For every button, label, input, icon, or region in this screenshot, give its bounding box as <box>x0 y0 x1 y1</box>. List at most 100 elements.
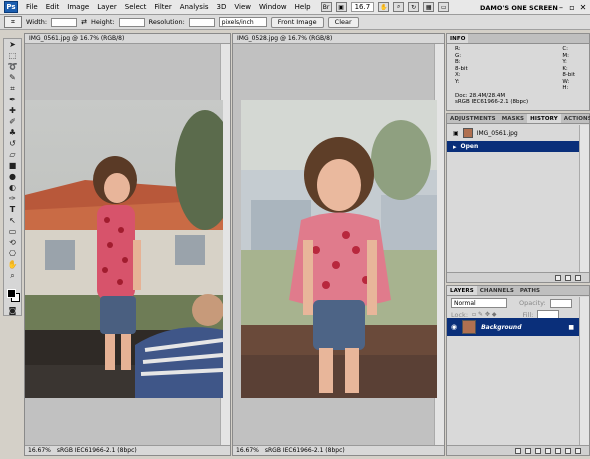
tab-layers[interactable]: LAYERS <box>447 286 477 295</box>
zoom-tool-box-icon[interactable]: ⌕ <box>4 270 21 281</box>
gradient-tool-icon[interactable]: ■ <box>4 160 21 171</box>
eyedropper-tool-icon[interactable]: ✒ <box>4 94 21 105</box>
hand-tool-icon[interactable]: ✋ <box>378 2 390 12</box>
doc-zoom-left[interactable]: 16.67% <box>28 447 51 454</box>
link-layers-icon[interactable] <box>515 447 521 454</box>
minimize-icon[interactable]: – <box>556 2 566 12</box>
snapshot-source-icon[interactable]: ▣ <box>453 130 459 137</box>
opacity-field[interactable] <box>549 298 572 308</box>
lock-icons[interactable]: ▫ ✎ ✥ ◆ <box>472 311 496 318</box>
blend-mode-select[interactable]: Normal <box>451 298 507 308</box>
workspace-switcher[interactable]: DAMO'S ONE SCREEN <box>476 2 562 13</box>
tab-history[interactable]: HISTORY <box>527 114 561 123</box>
hand-tool-box-icon[interactable]: ✋ <box>4 259 21 270</box>
new-document-from-state-icon[interactable] <box>555 274 561 281</box>
menu-help[interactable]: Help <box>291 3 315 11</box>
layers-scrollbar[interactable] <box>579 297 589 445</box>
bridge-icon[interactable]: Br <box>320 2 332 12</box>
history-scrollbar[interactable] <box>579 125 589 272</box>
width-field[interactable] <box>51 17 78 27</box>
menu-layer[interactable]: Layer <box>93 3 121 11</box>
document-window-right[interactable]: IMG_0528.jpg @ 16.7% (RGB/8) 16.67% sRGB… <box>232 33 445 456</box>
add-mask-icon[interactable] <box>535 447 541 454</box>
crop-tool-icon[interactable]: ⌗ <box>4 83 21 94</box>
swap-icon[interactable]: ⇄ <box>81 18 87 26</box>
tab-channels[interactable]: CHANNELS <box>477 286 517 295</box>
healing-tool-icon[interactable]: ✚ <box>4 105 21 116</box>
layer-lock-icon: ■ <box>568 323 574 331</box>
width-label: Width: <box>26 18 48 26</box>
tab-adjustments[interactable]: ADJUSTMENTS <box>447 114 499 123</box>
close-icon[interactable]: ✕ <box>578 2 588 12</box>
layer-visibility-eye-icon[interactable]: ◉ <box>451 323 457 331</box>
history-snapshot[interactable]: ▣ IMG_0561.jpg <box>447 126 580 140</box>
menu-edit[interactable]: Edit <box>42 3 64 11</box>
eraser-tool-icon[interactable]: ▱ <box>4 149 21 160</box>
lasso-tool-icon[interactable]: ➰ <box>4 61 21 72</box>
move-tool-icon[interactable]: ➤ <box>4 39 21 50</box>
history-brush-tool-icon[interactable]: ↺ <box>4 138 21 149</box>
rotate-view-icon[interactable]: ↻ <box>408 2 420 12</box>
opacity-label: Opacity: <box>519 299 546 307</box>
photoshop-logo: Ps <box>4 1 18 13</box>
height-label: Height: <box>90 18 115 26</box>
arrange-documents-icon[interactable]: ▦ <box>423 2 435 12</box>
restore-icon[interactable]: ▫ <box>567 2 577 12</box>
foreground-color-swatch[interactable] <box>7 289 16 298</box>
new-snapshot-icon[interactable] <box>565 274 571 281</box>
resolution-unit-select[interactable]: pixels/inch <box>218 17 267 27</box>
doc-profile-left[interactable]: sRGB IEC61966-2.1 (8bpc) <box>57 447 137 454</box>
delete-state-icon[interactable] <box>575 274 581 281</box>
crop-tool-preset-icon[interactable]: ⌗ <box>4 16 22 28</box>
screen-mode-icon[interactable]: ▭ <box>438 2 450 12</box>
tab-actions[interactable]: ACTIONS <box>561 114 590 123</box>
history-state-open[interactable]: ▸ Open <box>447 141 580 152</box>
adjustment-layer-icon[interactable] <box>545 447 551 454</box>
clone-stamp-tool-icon[interactable]: ♣ <box>4 127 21 138</box>
blur-tool-icon[interactable]: ● <box>4 171 21 182</box>
type-tool-icon[interactable]: T <box>4 204 21 215</box>
menu-3d[interactable]: 3D <box>213 3 231 11</box>
delete-layer-icon[interactable] <box>575 447 581 454</box>
info-bitdepth-right: 8-bit <box>562 72 575 78</box>
quick-mask-icon[interactable]: ◙ <box>4 305 21 316</box>
3d-rotate-tool-icon[interactable]: ⟲ <box>4 237 21 248</box>
layer-style-icon[interactable] <box>525 447 531 454</box>
tab-info[interactable]: INFO <box>447 34 469 43</box>
minibridge-icon[interactable]: ▣ <box>335 2 347 12</box>
menu-analysis[interactable]: Analysis <box>176 3 213 11</box>
pen-tool-icon[interactable]: ✑ <box>4 193 21 204</box>
menu-filter[interactable]: Filter <box>150 3 175 11</box>
zoom-level[interactable]: 16.7 <box>350 2 375 12</box>
dodge-tool-icon[interactable]: ◐ <box>4 182 21 193</box>
resolution-field[interactable] <box>188 17 215 27</box>
new-group-icon[interactable] <box>555 447 561 454</box>
brush-tool-icon[interactable]: ✐ <box>4 116 21 127</box>
quick-select-tool-icon[interactable]: ✎ <box>4 72 21 83</box>
3d-camera-tool-icon[interactable]: ⎔ <box>4 248 21 259</box>
menu-select[interactable]: Select <box>121 3 151 11</box>
zoom-tool-icon[interactable]: ⌕ <box>393 2 405 12</box>
layer-background[interactable]: ◉ Background ■ <box>447 318 580 336</box>
clear-button[interactable]: Clear <box>327 16 359 28</box>
tab-masks[interactable]: MASKS <box>499 114 527 123</box>
front-image-button[interactable]: Front Image <box>270 16 324 28</box>
info-panel: INFO R: G: B: 8-bit X: Y: C: M: Y: K: 8-… <box>446 33 590 111</box>
doc-tab-right[interactable]: IMG_0528.jpg @ 16.7% (RGB/8) <box>233 34 444 44</box>
marquee-tool-icon[interactable]: ⬚ <box>4 50 21 61</box>
menu-view[interactable]: View <box>230 3 255 11</box>
new-layer-icon[interactable] <box>565 447 571 454</box>
menu-window[interactable]: Window <box>255 3 291 11</box>
path-select-tool-icon[interactable]: ↖ <box>4 215 21 226</box>
photo-img-0561 <box>25 100 223 398</box>
menu-image[interactable]: Image <box>63 3 93 11</box>
doc-tab-left[interactable]: IMG_0561.jpg @ 16.7% (RGB/8) <box>25 34 230 44</box>
document-window-left[interactable]: IMG_0561.jpg @ 16.7% (RGB/8) 16.67% sRGB… <box>24 33 231 456</box>
doc-zoom-right[interactable]: 16.67% <box>236 447 259 454</box>
height-field[interactable] <box>118 17 145 27</box>
doc-profile-right[interactable]: sRGB IEC61966-2.1 (8bpc) <box>265 447 345 454</box>
info-profile: sRGB IEC61966-2.1 (8bpc) <box>455 99 529 105</box>
tab-paths[interactable]: PATHS <box>517 286 543 295</box>
menu-file[interactable]: File <box>22 3 42 11</box>
shape-tool-icon[interactable]: ▭ <box>4 226 21 237</box>
